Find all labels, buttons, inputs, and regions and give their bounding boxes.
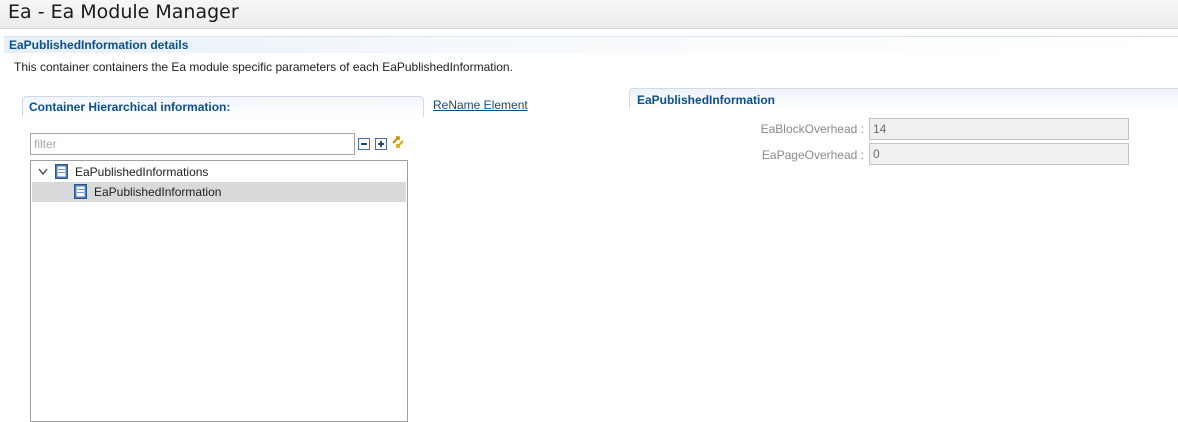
- ea-page-overhead-label: EaPageOverhead :: [761, 148, 864, 162]
- editor-title: Ea - Ea Module Manager: [8, 1, 239, 23]
- expand-all-icon[interactable]: [375, 138, 387, 150]
- parameters-group-title: EaPublishedInformation: [637, 93, 776, 107]
- tree-node-label: EaPublishedInformation: [94, 185, 222, 199]
- tree-node-eapublishedinformation[interactable]: EaPublishedInformation: [32, 182, 406, 202]
- hierarchy-group-title: Container Hierarchical information:: [29, 100, 231, 114]
- ea-page-overhead-field[interactable]: [869, 143, 1129, 165]
- rename-element-link[interactable]: ReName Element: [433, 98, 528, 112]
- tree-node-eapublishedinformations[interactable]: EaPublishedInformations: [32, 162, 406, 182]
- container-tree[interactable]: EaPublishedInformations EaPublishedInfor…: [30, 160, 408, 422]
- ea-block-overhead-label: EaBlockOverhead :: [760, 122, 864, 136]
- details-section-title: EaPublishedInformation details: [9, 38, 189, 52]
- tree-node-label: EaPublishedInformations: [75, 165, 209, 179]
- ea-block-overhead-field[interactable]: [869, 118, 1129, 140]
- chevron-down-icon[interactable]: [38, 168, 48, 176]
- filter-input[interactable]: [30, 133, 355, 155]
- link-with-editor-icon[interactable]: [390, 134, 406, 150]
- collapse-all-icon[interactable]: [358, 138, 370, 150]
- container-icon: [74, 184, 87, 199]
- container-icon: [55, 164, 68, 179]
- details-description: This container containers the Ea module …: [14, 60, 513, 74]
- editor-title-bar: Ea - Ea Module Manager: [0, 0, 1178, 29]
